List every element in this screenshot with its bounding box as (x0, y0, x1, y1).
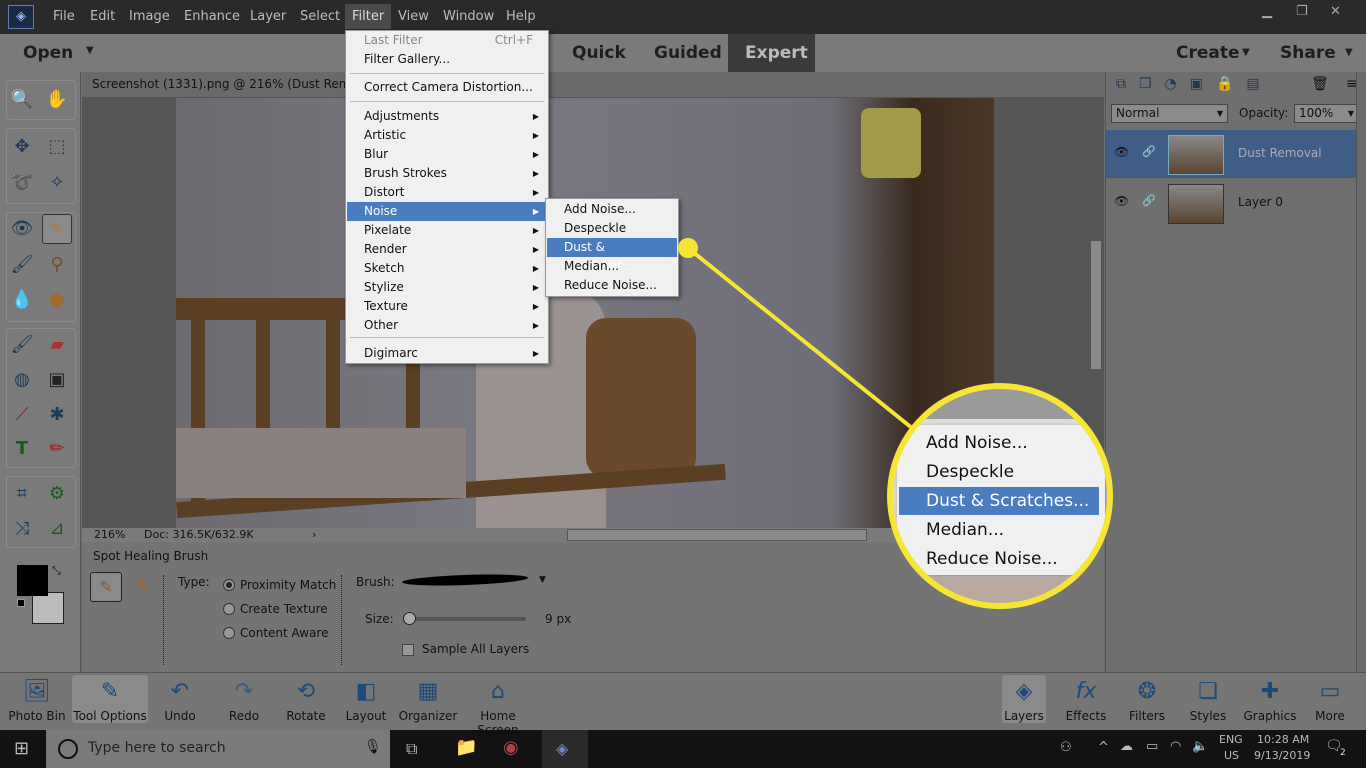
callout-item-median: Median... (926, 520, 1005, 540)
callout-item-reduce-noise: Reduce Noise... (926, 549, 1058, 569)
callout-item-despeckle: Despeckle (926, 462, 1015, 482)
callout-connector (678, 238, 914, 430)
callout-dot (678, 238, 698, 258)
callout-item-add-noise: Add Noise... (926, 433, 1028, 453)
callout-line (686, 246, 914, 430)
zoom-callout: Add Noise... Despeckle Dust & Scratches...… (887, 383, 1113, 609)
callout-item-dust-scratches: Dust & Scratches... (899, 487, 1099, 515)
